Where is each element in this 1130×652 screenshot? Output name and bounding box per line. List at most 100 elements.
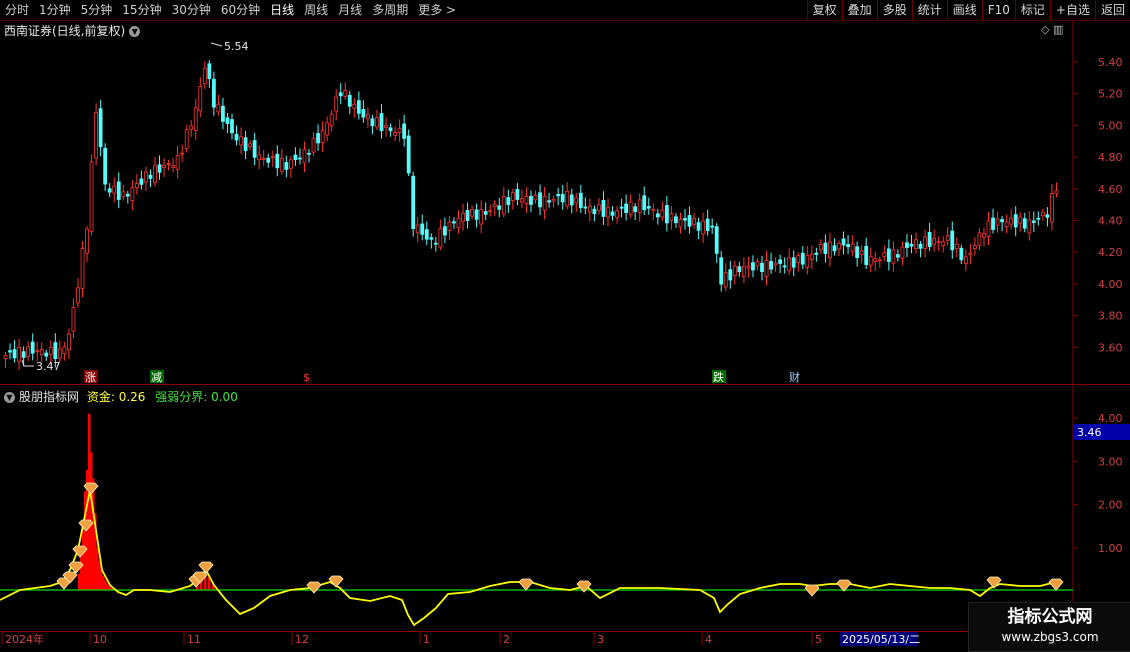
candle-body xyxy=(859,250,864,256)
diamond-icon[interactable]: ◇ xyxy=(1041,23,1049,36)
candle-body xyxy=(701,220,706,235)
candle-body xyxy=(764,260,769,277)
candle-body xyxy=(144,171,148,183)
event-marker: 减 xyxy=(151,371,162,384)
time-label: 3 xyxy=(597,633,604,646)
diamond-signal xyxy=(306,581,322,594)
candle-body xyxy=(918,243,923,249)
candle-body xyxy=(592,208,597,215)
candle-body xyxy=(886,248,891,262)
candle-body xyxy=(225,117,230,124)
candle-body xyxy=(443,226,447,236)
candle-body xyxy=(76,287,80,304)
candle-body xyxy=(279,157,284,172)
candle-body xyxy=(193,107,198,131)
candle-body xyxy=(71,307,76,332)
event-marker: $ xyxy=(303,371,310,384)
chart-title[interactable]: 西南证券(日线,前复权) ▼ xyxy=(4,22,141,39)
stock-chart[interactable]: 5.40 5.20 5.00 4.80 4.60 4.40 4.20 4.00 3.80 3.60… xyxy=(0,0,1130,650)
candle-body xyxy=(542,196,547,211)
boundary-value: 强弱分界: 0.00 xyxy=(155,390,238,404)
price-tick-label: 4.20 xyxy=(1098,246,1123,259)
diamond-signal xyxy=(986,576,1002,589)
candle-body xyxy=(1009,217,1014,225)
candle-body xyxy=(433,242,438,245)
candle-body xyxy=(637,199,642,213)
candle-body xyxy=(782,265,787,268)
candle-body xyxy=(347,94,352,107)
candle-body xyxy=(420,223,425,235)
candle-body xyxy=(619,206,624,209)
candle-body xyxy=(791,257,796,268)
candle-body xyxy=(221,105,225,122)
chevron-down-icon[interactable]: ▼ xyxy=(129,26,141,37)
candle-body xyxy=(1018,216,1023,224)
candle-body xyxy=(932,237,937,245)
candle-body xyxy=(148,174,153,179)
candle-body xyxy=(963,256,968,264)
price-tick-label: 4.00 xyxy=(1098,278,1123,291)
candle-body xyxy=(252,140,257,158)
candle-body xyxy=(578,192,583,208)
chevron-down-icon[interactable]: ▼ xyxy=(4,392,15,403)
panel-toggle-icon[interactable]: ▥ xyxy=(1053,23,1063,36)
event-marker: 跌 xyxy=(713,370,724,384)
candle-body xyxy=(311,137,316,153)
candle-body xyxy=(909,243,914,247)
candle-body xyxy=(868,256,873,266)
high-pointer xyxy=(210,42,223,47)
candle-body xyxy=(175,154,180,170)
candle-body xyxy=(39,349,44,356)
diamond-signal xyxy=(518,578,534,591)
event-marker: 财 xyxy=(789,370,800,384)
candle-body xyxy=(973,245,977,249)
candle-body xyxy=(520,198,524,203)
indicator-tick-label: 3.00 xyxy=(1098,455,1123,468)
candle-body xyxy=(325,122,330,136)
candle-body xyxy=(334,96,339,112)
candle-body xyxy=(1027,219,1032,234)
candle-body xyxy=(769,261,773,270)
candle-body xyxy=(529,195,533,205)
candle-body xyxy=(927,231,932,248)
candle-body xyxy=(26,346,31,357)
price-tick-label: 4.40 xyxy=(1098,215,1123,228)
candle-body xyxy=(134,183,139,189)
candle-body xyxy=(157,164,162,173)
candle-body xyxy=(873,258,878,262)
candle-body xyxy=(642,195,647,211)
candle-body xyxy=(882,252,887,257)
candle-body xyxy=(547,200,551,203)
candle-body xyxy=(982,233,986,238)
price-tick-label: 5.40 xyxy=(1098,56,1123,69)
indicator-tick-label: 1.00 xyxy=(1098,542,1123,555)
indicator-bars xyxy=(78,413,215,590)
candle-body xyxy=(379,113,384,132)
candle-body xyxy=(900,246,905,259)
candle-body xyxy=(316,133,320,144)
candle-body xyxy=(1054,190,1059,194)
candle-body xyxy=(719,257,724,285)
current-value: 3.46 xyxy=(1077,426,1102,439)
candle-body xyxy=(270,156,275,159)
candle-body xyxy=(406,135,411,174)
candle-body xyxy=(243,137,248,152)
candle-body xyxy=(823,242,828,255)
candle-body xyxy=(565,190,570,207)
candle-body xyxy=(692,218,696,226)
diamond-signals xyxy=(56,482,1064,597)
candle-body xyxy=(660,209,665,218)
candle-body xyxy=(415,224,420,234)
candle-body xyxy=(3,354,8,359)
candle-body xyxy=(828,241,832,259)
candle-body xyxy=(329,113,334,127)
indicator-lines xyxy=(0,489,1073,627)
zijin-line xyxy=(0,489,1057,627)
candle-body xyxy=(211,78,216,108)
candle-body xyxy=(646,206,651,209)
candle-body xyxy=(855,246,860,258)
candle-body xyxy=(384,125,388,128)
candle-body xyxy=(814,252,819,255)
time-label: 12 xyxy=(295,633,309,646)
candle-body xyxy=(465,210,470,221)
